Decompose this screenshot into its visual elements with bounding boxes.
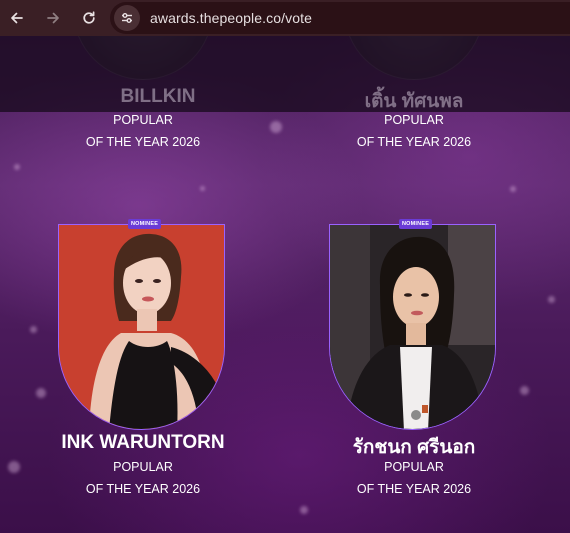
award-category-line1: POPULAR (113, 113, 173, 127)
reload-icon (83, 11, 95, 24)
nominee-photo (59, 225, 224, 429)
award-category-line2: OF THE YEAR 2026 (85, 135, 201, 149)
award-category-line1: POPULAR (384, 460, 444, 474)
url-text: awards.thepeople.co/vote (150, 10, 312, 26)
tune-icon (122, 13, 132, 23)
sparkle (510, 186, 516, 192)
reload-button[interactable] (79, 8, 99, 28)
nominee-badge: NOMINEE (128, 219, 162, 229)
award-category-line2: OF THE YEAR 2026 (85, 482, 201, 496)
forward-button[interactable] (43, 8, 63, 28)
address-bar[interactable]: awards.thepeople.co/vote (110, 2, 570, 34)
sparkle (270, 121, 282, 133)
nominee-photo (330, 225, 495, 429)
award-category-line2: OF THE YEAR 2026 (356, 135, 472, 149)
sparkle (300, 506, 308, 514)
sparkle (30, 326, 37, 333)
sparkle (36, 388, 46, 398)
nominee-card-ink-waruntorn[interactable] (58, 224, 225, 430)
award-category-line1: POPULAR (384, 113, 444, 127)
award-category-line2: OF THE YEAR 2026 (356, 482, 472, 496)
back-button[interactable] (7, 8, 27, 28)
arrow-left-icon (11, 12, 23, 24)
arrow-right-icon (47, 12, 59, 24)
vote-page: BILLKIN เติ้น ทัศนพล POPULAR OF THE YEAR… (0, 36, 570, 533)
award-category-line1: POPULAR (113, 460, 173, 474)
sparkle (8, 461, 20, 473)
browser-toolbar: awards.thepeople.co/vote (0, 0, 570, 36)
sparkle (200, 186, 205, 191)
nominee-name: INK WARUNTORN (61, 432, 225, 453)
sparkle (548, 296, 555, 303)
nominee-card-rakchanok[interactable] (329, 224, 496, 430)
nominee-name: BILLKIN (120, 86, 196, 107)
site-info-button[interactable] (114, 5, 140, 31)
sparkle (14, 164, 20, 170)
sparkle (520, 386, 529, 395)
nominee-badge: NOMINEE (399, 219, 433, 229)
